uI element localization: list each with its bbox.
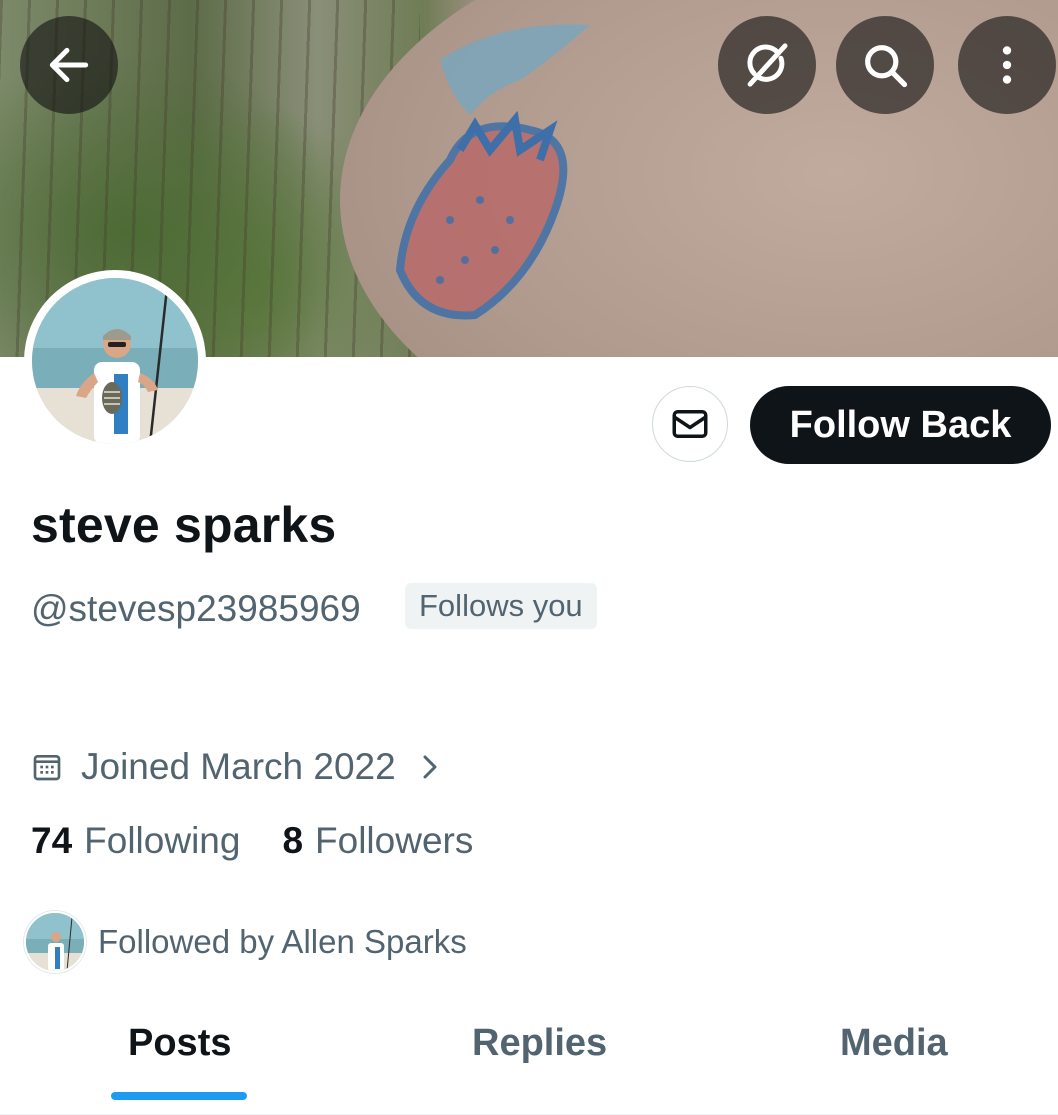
grok-button[interactable] <box>718 16 816 114</box>
profile-tabs: Posts Replies Media <box>0 1000 1058 1115</box>
follow-stats: 74 Following 8 Followers <box>31 820 473 862</box>
banner-tattoo-image <box>395 24 590 320</box>
more-vertical-icon <box>1002 46 1012 84</box>
chevron-right-icon <box>423 755 437 779</box>
following-count: 74 <box>31 820 73 861</box>
follow-back-button[interactable]: Follow Back <box>750 386 1051 464</box>
message-button[interactable] <box>652 386 728 462</box>
mutual-follower-avatar <box>24 911 86 973</box>
following-label: Following <box>84 820 241 861</box>
back-button[interactable] <box>20 16 118 114</box>
grok-icon <box>747 43 788 87</box>
tab-posts[interactable]: Posts <box>128 1022 231 1065</box>
active-tab-indicator <box>111 1092 247 1100</box>
followers-count: 8 <box>282 820 304 861</box>
follows-you-badge: Follows you <box>405 583 597 629</box>
tab-media[interactable]: Media <box>840 1022 948 1065</box>
followed-by-text: Followed by Allen Sparks <box>98 923 467 960</box>
search-icon <box>865 45 908 88</box>
search-button[interactable] <box>836 16 934 114</box>
calendar-icon <box>33 755 61 781</box>
followers-label: Followers <box>315 820 474 861</box>
envelope-icon <box>672 410 708 438</box>
more-button[interactable] <box>958 16 1056 114</box>
arrow-left-icon <box>49 47 89 83</box>
user-handle: @stevesp23985969 <box>31 588 361 629</box>
profile-avatar[interactable] <box>24 270 206 452</box>
joined-date: Joined March 2022 <box>81 746 396 787</box>
joined-date-row[interactable]: Joined March 2022 <box>31 742 442 792</box>
followers-link[interactable]: 8 Followers <box>282 820 473 862</box>
avatar-photo <box>32 278 198 444</box>
following-link[interactable]: 74 Following <box>31 820 240 862</box>
display-name: steve sparks <box>31 497 337 553</box>
tab-replies[interactable]: Replies <box>472 1022 607 1065</box>
followed-by-row[interactable]: Followed by Allen Sparks <box>24 911 467 973</box>
